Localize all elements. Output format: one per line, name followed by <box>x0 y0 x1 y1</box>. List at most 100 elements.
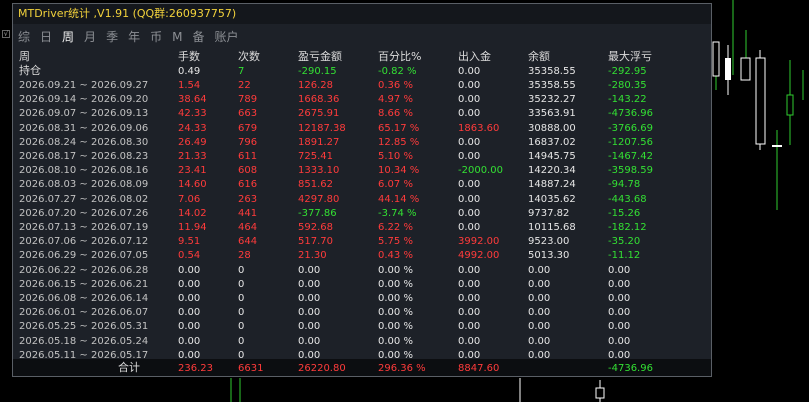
table-cell: 12187.38 <box>298 123 346 134</box>
table-cell: 11.94 <box>178 222 207 233</box>
week-range-cell: 2026.06.15 ~ 2026.06.21 <box>19 279 149 290</box>
tab-4[interactable]: 季 <box>101 26 123 48</box>
table-cell: 28 <box>238 250 251 261</box>
panel-title: MTDriver统计 ,V1.91 (QQ群:260937757) <box>13 4 711 24</box>
table-cell: 0.00 <box>608 265 631 276</box>
table-cell: 0.00 <box>458 279 481 290</box>
tab-1[interactable]: 日 <box>35 26 57 48</box>
table-cell: 16837.02 <box>528 137 576 148</box>
table-cell: 9737.82 <box>528 208 570 219</box>
table-cell: 14220.34 <box>528 165 576 176</box>
table-cell: 22 <box>238 80 251 91</box>
week-range-cell: 2026.08.10 ~ 2026.08.16 <box>19 165 149 176</box>
table-cell: 0 <box>238 307 245 318</box>
tab-5[interactable]: 年 <box>123 26 145 48</box>
week-range-cell: 2026.08.03 ~ 2026.08.09 <box>19 179 149 190</box>
table-cell: 0.00 % <box>378 279 413 290</box>
tab-0[interactable]: 综 <box>13 26 35 48</box>
table-cell: 796 <box>238 137 258 148</box>
table-cell: 12.85 % <box>378 137 420 148</box>
table-cell: 644 <box>238 236 258 247</box>
table-cell: 0.00 <box>458 108 481 119</box>
table-cell: 0.00 <box>608 307 631 318</box>
table-cell: 44.14 % <box>378 194 420 205</box>
table-cell: 0.00 <box>458 80 481 91</box>
table-cell: 0.00 % <box>378 321 413 332</box>
week-range-cell: 2026.09.21 ~ 2026.09.27 <box>19 80 149 91</box>
table-cell: 0.00 <box>178 336 201 347</box>
table-cell: 35358.55 <box>528 80 576 91</box>
collapse-toggle-icon[interactable]: √ <box>2 30 10 38</box>
table-cell: 10115.68 <box>528 222 576 233</box>
table-cell: 679 <box>238 123 258 134</box>
table-cell: 10.34 % <box>378 165 420 176</box>
table-cell: 0 <box>238 293 245 304</box>
table-cell: 26.49 <box>178 137 207 148</box>
table-cell: 0.00 <box>178 265 201 276</box>
table-cell: 1891.27 <box>298 137 340 148</box>
table-cell: 0.00 <box>608 336 631 347</box>
week-range-cell: 2026.09.07 ~ 2026.09.13 <box>19 108 149 119</box>
tab-6[interactable]: 币 <box>145 26 167 48</box>
table-cell: 2675.91 <box>298 108 340 119</box>
table-cell: 0.00 <box>608 293 631 304</box>
week-range-cell: 2026.07.20 ~ 2026.07.26 <box>19 208 149 219</box>
tab-2[interactable]: 周 <box>57 26 79 48</box>
week-range-cell: 2026.07.06 ~ 2026.07.12 <box>19 236 149 247</box>
total-cell-0: 236.23 <box>178 363 213 374</box>
table-cell: 0.00 <box>298 293 321 304</box>
table-cell: 0.00 <box>458 179 481 190</box>
table-cell: 0.00 <box>458 321 481 332</box>
table-cell: 4297.80 <box>298 194 340 205</box>
tab-3[interactable]: 月 <box>79 26 101 48</box>
table-cell: -1467.42 <box>608 151 653 162</box>
table-cell: 0.00 <box>458 194 481 205</box>
table-cell: 611 <box>238 151 258 162</box>
table-cell: 3992.00 <box>458 236 500 247</box>
table-cell: 30888.00 <box>528 123 576 134</box>
period-tabs: 综日周月季年币 M 备账户 <box>13 26 244 48</box>
total-cell-4: 8847.60 <box>458 363 500 374</box>
table-cell: 6.07 % <box>378 179 413 190</box>
table-cell: 0.54 <box>178 250 201 261</box>
table-cell: 0.00 <box>608 279 631 290</box>
total-cell-6: -4736.96 <box>608 363 653 374</box>
holding-label: 持仓 <box>19 64 41 77</box>
week-range-cell: 2026.05.25 ~ 2026.05.31 <box>19 321 149 332</box>
table-cell: 1668.36 <box>298 94 340 105</box>
table-cell: 616 <box>238 179 258 190</box>
table-cell: 1.54 <box>178 80 201 91</box>
holding-cell-4: 0.00 <box>458 66 481 77</box>
table-cell: 0.00 <box>178 293 201 304</box>
week-range-cell: 2026.08.17 ~ 2026.08.23 <box>19 151 149 162</box>
table-cell: 0.00 <box>528 336 551 347</box>
table-cell: 33563.91 <box>528 108 576 119</box>
total-cell-2: 26220.80 <box>298 363 346 374</box>
table-cell: 0 <box>238 336 245 347</box>
table-cell: 21.33 <box>178 151 207 162</box>
table-cell: 0.00 % <box>378 307 413 318</box>
table-cell: 5.75 % <box>378 236 413 247</box>
table-cell: 0.00 <box>528 265 551 276</box>
table-cell: 0.00 <box>458 137 481 148</box>
tab-9[interactable]: 账户 <box>209 26 243 48</box>
table-cell: 7.06 <box>178 194 201 205</box>
table-cell: 0.00 <box>458 94 481 105</box>
table-cell: 5013.30 <box>528 250 570 261</box>
week-range-cell: 2026.08.31 ~ 2026.09.06 <box>19 123 149 134</box>
table-cell: 0.00 <box>458 307 481 318</box>
holding-cell-2: -290.15 <box>298 66 337 77</box>
table-cell: -94.78 <box>608 179 641 190</box>
week-range-cell: 2026.06.01 ~ 2026.06.07 <box>19 307 149 318</box>
table-cell: 592.68 <box>298 222 333 233</box>
tab-7[interactable]: M <box>167 26 187 48</box>
holding-cell-6: -292.95 <box>608 66 647 77</box>
table-cell: 608 <box>238 165 258 176</box>
week-range-cell: 2026.06.22 ~ 2026.06.28 <box>19 265 149 276</box>
tab-8[interactable]: 备 <box>187 26 209 48</box>
table-cell: 0.00 <box>458 336 481 347</box>
table-cell: 14035.62 <box>528 194 576 205</box>
holding-cell-5: 35358.55 <box>528 66 576 77</box>
table-cell: 0.00 <box>458 222 481 233</box>
table-cell: 0 <box>238 321 245 332</box>
